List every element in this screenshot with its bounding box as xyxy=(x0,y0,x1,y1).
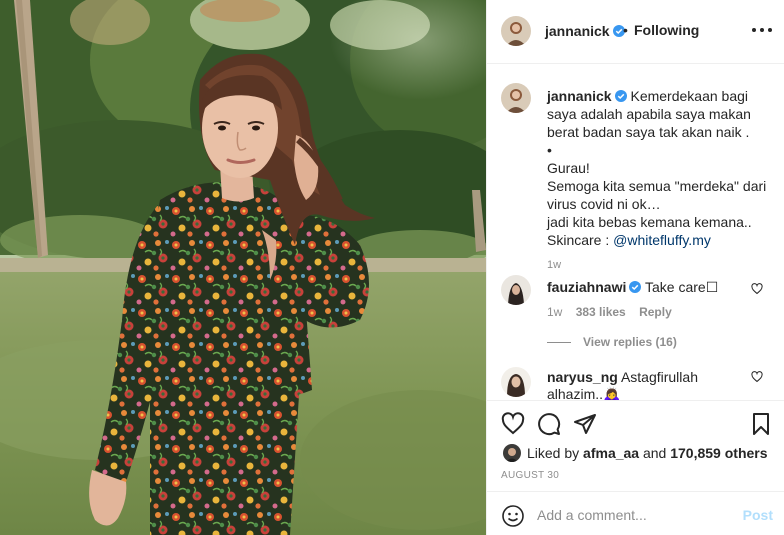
comments-list[interactable]: jannanick Kemerdekaan bagi saya adalah a… xyxy=(487,65,784,400)
liked-by-middle: and xyxy=(639,445,671,461)
liked-by-text: Liked by afma_aa and 170,859 others xyxy=(527,445,768,461)
commenter-username[interactable]: naryus_ng xyxy=(547,369,618,385)
caption-line-4: • xyxy=(547,142,552,158)
caption-line-2: saya adalah apabila saya makan xyxy=(547,106,751,122)
post-comment-button[interactable]: Post xyxy=(743,507,773,523)
post-date[interactable]: AUGUST 30 xyxy=(501,470,559,481)
verified-badge-icon xyxy=(629,281,642,293)
liker-avatar[interactable] xyxy=(503,444,521,462)
comment-item: fauziahnawi Take care☐ 1w 383 likes Repl… xyxy=(501,275,781,365)
comment-emoji: 🙇‍♀ xyxy=(603,386,621,400)
comment-emoji: ☐ xyxy=(705,279,719,295)
post-actions: Liked by afma_aa and 170,859 others AUGU… xyxy=(487,400,784,535)
caption-line-6: Semoga kita semua "merdeka" dari xyxy=(547,178,767,194)
mention-link[interactable]: @whitefluffy.my xyxy=(613,232,711,248)
like-heart-icon[interactable] xyxy=(501,412,525,436)
like-comment-heart-icon[interactable] xyxy=(751,371,763,383)
caption-timestamp[interactable]: 1w xyxy=(547,259,561,271)
caption-author-avatar[interactable] xyxy=(501,83,531,113)
comment-timestamp[interactable]: 1w xyxy=(547,305,562,319)
author-username[interactable]: jannanick xyxy=(545,23,625,39)
like-comment-heart-icon[interactable] xyxy=(751,283,763,295)
comment-body-line-2: alhazim.. xyxy=(547,386,604,400)
emoji-smiley-icon[interactable] xyxy=(501,504,525,528)
commenter-avatar[interactable] xyxy=(501,367,531,397)
comment-likes[interactable]: 383 likes xyxy=(576,305,626,319)
share-paper-plane-icon[interactable] xyxy=(573,412,597,436)
caption-line-3: berat badan saya tak akan naik . xyxy=(547,124,750,140)
save-bookmark-icon[interactable] xyxy=(749,412,773,436)
caption-username[interactable]: jannanick xyxy=(547,88,612,104)
verified-badge-icon xyxy=(614,90,627,102)
caption-line-9: Skincare : xyxy=(547,232,614,248)
reply-button[interactable]: Reply xyxy=(639,305,672,319)
author-avatar[interactable] xyxy=(501,16,531,46)
commenter-avatar[interactable] xyxy=(501,275,531,305)
header-separator: • xyxy=(623,22,628,38)
commenter-username[interactable]: fauziahnawi xyxy=(547,279,626,295)
more-options-icon[interactable] xyxy=(751,22,773,38)
comment-text: fauziahnawi Take care☐ xyxy=(547,279,718,296)
caption-line-1: Kemerdekaan bagi xyxy=(630,88,749,104)
comment-meta: 1w 383 likes Reply xyxy=(547,305,682,319)
view-replies-label: View replies (16) xyxy=(583,335,677,349)
comment-body: Take care xyxy=(645,279,706,295)
view-replies-button[interactable]: View replies (16) xyxy=(547,335,677,349)
comment-body-line-1: Astagfirullah xyxy=(620,369,698,385)
caption-text: jannanick Kemerdekaan bagi saya adalah a… xyxy=(547,87,779,249)
post-header: jannanick • Following xyxy=(487,0,784,64)
post-panel: jannanick • Following jannanick Kemerdek… xyxy=(486,0,784,535)
liked-by-others[interactable]: 170,859 others xyxy=(670,445,767,461)
add-comment-bar: Post xyxy=(487,491,784,535)
replies-divider-line xyxy=(547,342,571,344)
comment-bubble-icon[interactable] xyxy=(537,412,561,436)
caption-line-8: jadi kita bebas kemana kemana.. xyxy=(547,214,752,230)
following-button[interactable]: Following xyxy=(634,22,699,38)
caption-line-7: virus covid ni ok… xyxy=(547,196,661,212)
comment-input[interactable] xyxy=(537,502,737,528)
post-photo[interactable] xyxy=(0,0,486,535)
liked-by-user[interactable]: afma_aa xyxy=(583,445,639,461)
caption-line-5: Gurau! xyxy=(547,160,590,176)
comment-text: naryus_ng Astagfirullah alhazim..🙇‍♀ xyxy=(547,369,747,400)
comment-item: naryus_ng Astagfirullah alhazim..🙇‍♀ xyxy=(501,367,781,400)
post-photo-image xyxy=(0,0,486,535)
liked-by-prefix: Liked by xyxy=(527,445,584,461)
